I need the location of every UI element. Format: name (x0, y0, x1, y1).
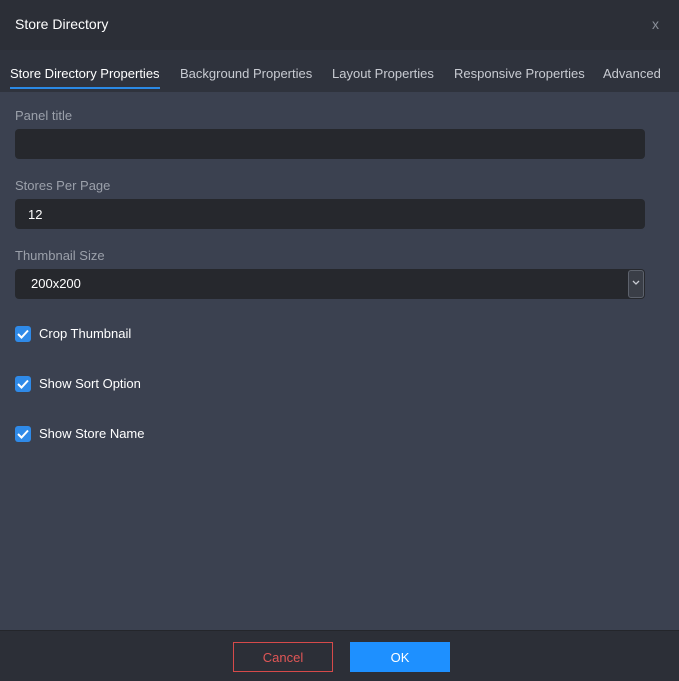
stores-per-page-input[interactable] (15, 199, 645, 229)
stores-per-page-label: Stores Per Page (15, 178, 111, 193)
tab-advanced[interactable]: Advanced (603, 66, 661, 81)
checkmark-icon[interactable] (15, 326, 31, 342)
panel-title-input[interactable] (15, 129, 645, 159)
tab-background-properties[interactable]: Background Properties (180, 66, 312, 81)
ok-button[interactable]: OK (350, 642, 450, 672)
store-directory-dialog: Store Directory x Store Directory Proper… (0, 0, 679, 681)
cancel-button[interactable]: Cancel (233, 642, 333, 672)
chevron-down-icon[interactable] (628, 270, 644, 298)
checkmark-icon[interactable] (15, 426, 31, 442)
active-tab-indicator (10, 87, 160, 89)
dialog-title: Store Directory (15, 16, 109, 32)
thumbnail-size-label: Thumbnail Size (15, 248, 105, 263)
panel-title-label: Panel title (15, 108, 73, 123)
tab-responsive-properties[interactable]: Responsive Properties (454, 66, 585, 81)
crop-thumbnail-label: Crop Thumbnail (39, 326, 132, 341)
checkmark-icon[interactable] (15, 376, 31, 392)
tab-store-directory-properties[interactable]: Store Directory Properties (10, 66, 160, 81)
show-sort-option-label: Show Sort Option (39, 376, 141, 391)
tab-bar: Store Directory Properties Background Pr… (0, 50, 679, 92)
thumbnail-size-value: 200x200 (31, 276, 81, 291)
title-bar: Store Directory x (0, 0, 679, 50)
close-icon[interactable]: x (652, 16, 659, 32)
show-store-name-label: Show Store Name (39, 426, 145, 441)
dialog-footer: Cancel OK (0, 630, 679, 681)
tab-layout-properties[interactable]: Layout Properties (332, 66, 434, 81)
thumbnail-size-select[interactable]: 200x200 (15, 269, 645, 299)
